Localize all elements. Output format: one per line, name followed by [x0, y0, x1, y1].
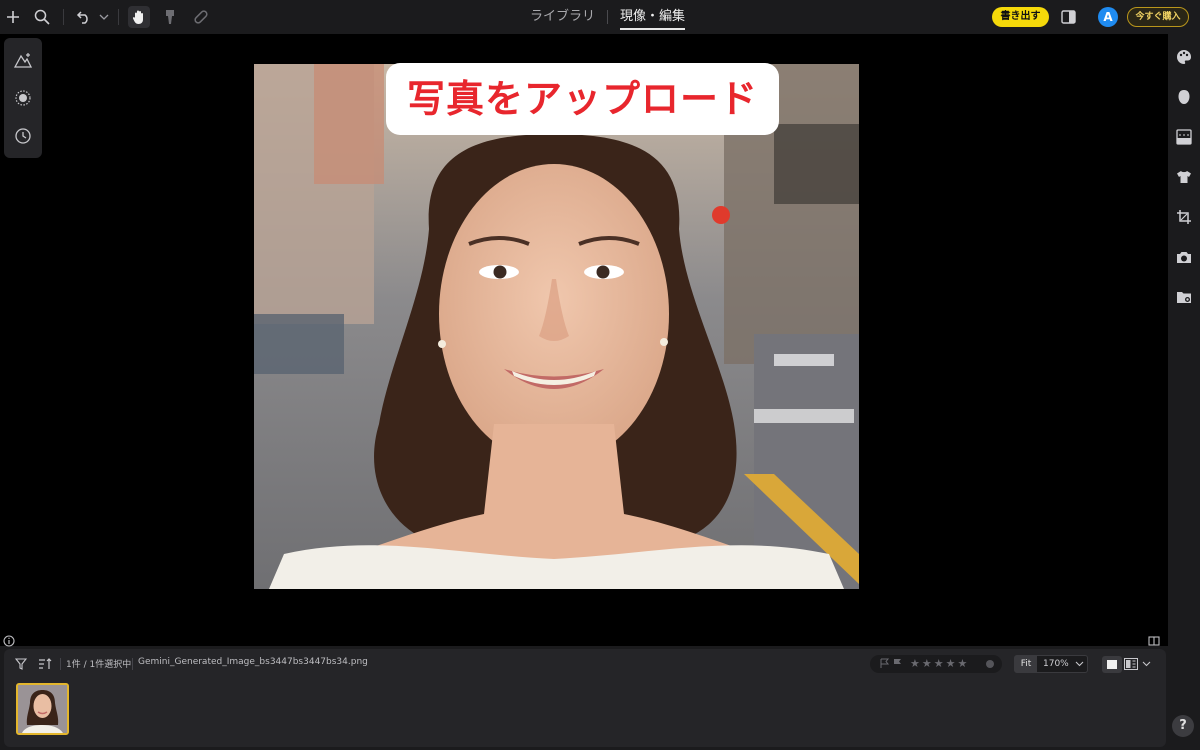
panel-toggle-icon[interactable] [1060, 8, 1078, 26]
filmstrip-toolbar: 1件 / 1件選択中 Gemini_Generated_Image_bs3447… [4, 649, 1166, 679]
camera-icon[interactable] [1174, 247, 1194, 267]
left-tool-panel [4, 38, 42, 158]
hand-icon[interactable] [128, 6, 150, 28]
reject-flag-icon[interactable] [893, 658, 903, 668]
bandage-icon[interactable] [190, 6, 212, 28]
chevron-down-icon[interactable] [1142, 660, 1151, 668]
palette-icon[interactable] [1174, 47, 1194, 67]
filter-icon[interactable] [14, 657, 28, 671]
crop-icon[interactable] [1174, 207, 1194, 227]
buy-now-button[interactable]: 今すぐ購入 [1127, 7, 1189, 27]
compare-view-icon[interactable] [1124, 658, 1138, 670]
export-button[interactable]: 書き出す [992, 7, 1049, 27]
upload-photo-banner[interactable]: 写真をアップロード [386, 63, 779, 135]
star-icon[interactable]: ★ [946, 656, 956, 672]
brush-icon[interactable] [159, 6, 181, 28]
tab-develop-edit[interactable]: 現像・編集 [610, 0, 695, 34]
color-label-dot[interactable] [986, 660, 994, 668]
toolbar-divider [132, 658, 133, 670]
history-icon[interactable] [13, 126, 33, 146]
file-name: Gemini_Generated_Image_bs3447bs3447bs34.… [138, 657, 368, 667]
sort-icon[interactable] [38, 657, 52, 671]
flag-icon[interactable] [880, 658, 890, 668]
tab-library[interactable]: ライブラリ [520, 0, 605, 34]
right-tool-rail [1168, 34, 1200, 750]
selection-count: 1件 / 1件選択中 [66, 660, 132, 670]
mode-tabs: ライブラリ 現像・編集 [520, 0, 695, 34]
star-icon[interactable]: ★ [958, 656, 968, 672]
chevron-down-icon[interactable] [93, 6, 115, 28]
zoom-level[interactable]: 170% [1043, 656, 1069, 672]
folder-settings-icon[interactable] [1174, 287, 1194, 307]
avatar[interactable]: A [1098, 7, 1118, 27]
photo-editor-app: ライブラリ 現像・編集 書き出す A 今すぐ購入 写真をアップロード 1件 / … [0, 0, 1200, 750]
fit-button[interactable]: Fit [1015, 656, 1037, 672]
star-rating[interactable]: ★ ★ ★ ★ ★ [910, 656, 967, 672]
radial-icon[interactable] [13, 88, 33, 108]
star-icon[interactable]: ★ [934, 656, 944, 672]
shirt-icon[interactable] [1174, 167, 1194, 187]
info-icon[interactable] [3, 632, 15, 647]
rating-control: ★ ★ ★ ★ ★ [870, 655, 1002, 673]
toolbar-divider [118, 9, 119, 25]
single-view-button[interactable] [1102, 656, 1122, 673]
toolbar-divider [63, 9, 64, 25]
tab-divider [607, 10, 609, 24]
gradient-icon[interactable] [1174, 127, 1194, 147]
search-icon[interactable] [31, 6, 53, 28]
zoom-control: Fit 170% [1014, 655, 1088, 673]
star-icon[interactable]: ★ [910, 656, 920, 672]
filmstrip-thumbnail[interactable] [16, 683, 69, 735]
filmstrip-panel: 1件 / 1件選択中 Gemini_Generated_Image_bs3447… [4, 649, 1166, 747]
chevron-down-icon[interactable] [1075, 660, 1084, 668]
toolbar-divider [60, 658, 61, 670]
edited-photo[interactable] [254, 64, 859, 589]
top-bar: ライブラリ 現像・編集 書き出す A 今すぐ購入 [0, 0, 1200, 34]
undo-icon[interactable] [73, 6, 95, 28]
plus-icon[interactable] [2, 6, 24, 28]
split-view-icon[interactable] [1148, 632, 1160, 646]
face-icon[interactable] [1174, 87, 1194, 107]
auto-enhance-icon[interactable] [13, 50, 33, 70]
help-button[interactable]: ? [1172, 715, 1194, 737]
star-icon[interactable]: ★ [922, 656, 932, 672]
